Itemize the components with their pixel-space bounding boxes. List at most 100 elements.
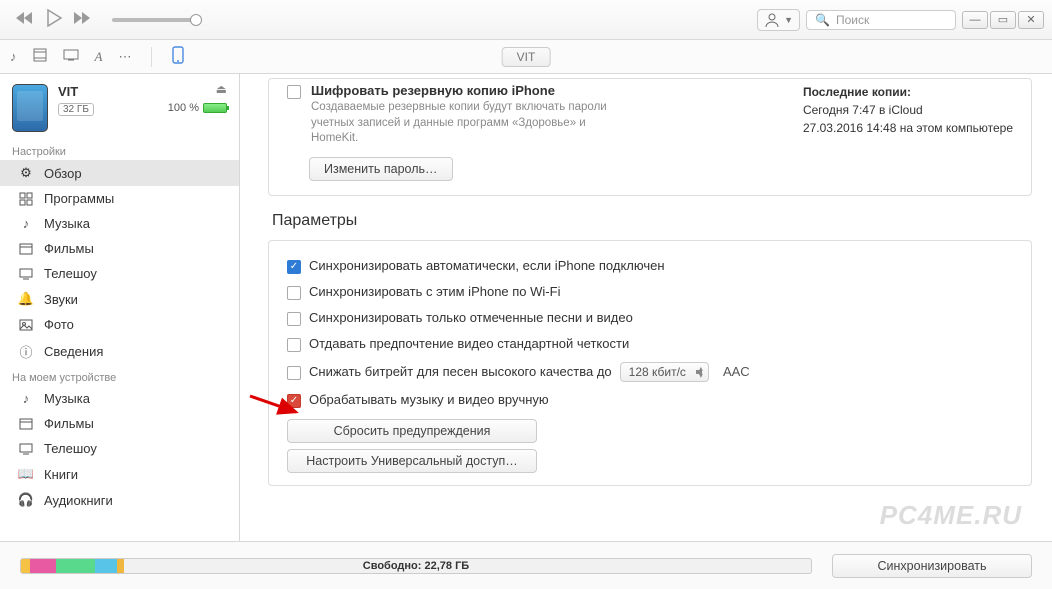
device-name: VIT <box>58 84 227 99</box>
photo-icon <box>18 319 34 331</box>
playback-controls <box>16 9 92 30</box>
search-icon: 🔍 <box>815 13 830 27</box>
book-icon: 📖 <box>18 466 34 482</box>
tv-icon <box>18 443 34 455</box>
search-placeholder: Поиск <box>836 13 869 27</box>
device-tab[interactable]: VIT <box>502 47 551 67</box>
tv-icon <box>18 268 34 280</box>
tv-tab-icon[interactable] <box>63 49 79 64</box>
sidebar-item-label: Обзор <box>44 166 82 181</box>
reset-warnings-button[interactable]: Сбросить предупреждения <box>287 419 537 443</box>
bell-icon: 🔔 <box>18 291 34 307</box>
sidebar-item-label: Фильмы <box>44 416 94 431</box>
sidebar-heading-settings: Настройки <box>0 140 239 160</box>
only-checked-label: Синхронизировать только отмеченные песни… <box>309 310 633 325</box>
bitrate-select[interactable]: 128 кбит/с▴▾ <box>620 362 709 382</box>
change-password-button[interactable]: Изменить пароль… <box>309 157 453 181</box>
audiobook-icon: 🎧 <box>18 492 34 508</box>
device-battery: 100 % <box>168 102 227 114</box>
only-checked-checkbox[interactable] <box>287 312 301 326</box>
sidebar-heading-ondevice: На моем устройстве <box>0 366 239 386</box>
chevron-down-icon: ▼ <box>784 15 793 25</box>
apps-tab-icon[interactable]: A <box>95 49 103 65</box>
wifi-sync-label: Синхронизировать с этим iPhone по Wi-Fi <box>309 284 560 299</box>
apps-icon <box>18 192 34 206</box>
lower-bitrate-label: Снижать битрейт для песен высокого качес… <box>309 364 612 379</box>
wifi-sync-checkbox[interactable] <box>287 286 301 300</box>
close-button[interactable]: ✕ <box>1018 11 1044 29</box>
sidebar-device-audiobooks[interactable]: 🎧 Аудиокниги <box>0 487 239 513</box>
lower-bitrate-checkbox[interactable] <box>287 366 301 380</box>
minimize-button[interactable]: — <box>962 11 988 29</box>
backup-panel: Шифровать резервную копию iPhone Создава… <box>268 78 1032 196</box>
prefer-sd-label: Отдавать предпочтение видео стандартной … <box>309 336 629 351</box>
top-bar: ▼ 🔍 Поиск — ▭ ✕ <box>0 0 1052 40</box>
sidebar-item-movies[interactable]: Фильмы <box>0 236 239 261</box>
sidebar-item-overview[interactable]: ⚙ Обзор <box>0 160 239 186</box>
sidebar-item-info[interactable]: ⓘ Сведения <box>0 337 239 366</box>
sidebar-item-label: Книги <box>44 467 78 482</box>
sidebar-device-music[interactable]: ♪ Музыка <box>0 386 239 411</box>
sidebar-item-music[interactable]: ♪Музыка <box>0 211 239 236</box>
category-toolbar: ♪ A ⋯ VIT <box>0 40 1052 74</box>
play-button[interactable] <box>46 9 62 30</box>
free-space-label: Свободно: 22,78 ГБ <box>363 559 469 573</box>
film-icon <box>18 418 34 430</box>
encrypt-backup-checkbox[interactable] <box>287 85 301 99</box>
manual-manage-checkbox[interactable] <box>287 394 301 408</box>
gear-icon: ⚙ <box>18 165 34 181</box>
movies-tab-icon[interactable] <box>33 48 47 65</box>
device-icon[interactable] <box>172 46 184 67</box>
window-controls: — ▭ ✕ <box>962 11 1044 29</box>
sidebar-item-label: Звуки <box>44 292 78 307</box>
parameters-heading: Параметры <box>272 212 1032 230</box>
encrypt-backup-description: Создаваемые резервные копии будут включа… <box>311 100 627 147</box>
search-input[interactable]: 🔍 Поиск <box>806 10 956 30</box>
bitrate-suffix: AAC <box>723 364 750 379</box>
sidebar-item-apps[interactable]: Программы <box>0 186 239 211</box>
person-icon <box>764 12 780 28</box>
device-thumbnail <box>12 84 48 132</box>
sidebar-item-photos[interactable]: Фото <box>0 312 239 337</box>
maximize-button[interactable]: ▭ <box>990 11 1016 29</box>
last-backup-info: Последние копии: Сегодня 7:47 в iCloud 2… <box>773 83 1013 137</box>
parameters-panel: Синхронизировать автоматически, если iPh… <box>268 240 1032 486</box>
sidebar-item-label: Сведения <box>44 344 103 359</box>
auto-sync-label: Синхронизировать автоматически, если iPh… <box>309 258 665 273</box>
sidebar-item-label: Музыка <box>44 391 90 406</box>
sidebar-item-tones[interactable]: 🔔 Звуки <box>0 286 239 312</box>
account-button[interactable]: ▼ <box>757 9 800 31</box>
device-header: VIT 32 ГБ ⏏ 100 % <box>0 74 239 140</box>
sidebar-device-books[interactable]: 📖 Книги <box>0 461 239 487</box>
main-pane: Шифровать резервную копию iPhone Создава… <box>240 74 1052 541</box>
battery-icon <box>203 103 227 113</box>
manual-manage-label: Обрабатывать музыку и видео вручную <box>309 392 549 407</box>
sidebar-item-label: Аудиокниги <box>44 493 113 508</box>
next-button[interactable] <box>74 11 92 28</box>
sidebar-item-label: Музыка <box>44 216 90 231</box>
storage-bar: Свободно: 22,78 ГБ <box>20 558 812 574</box>
sidebar-item-label: Телешоу <box>44 441 97 456</box>
music-tab-icon[interactable]: ♪ <box>10 49 17 64</box>
sync-button[interactable]: Синхронизировать <box>832 554 1032 578</box>
music-icon: ♪ <box>18 391 34 406</box>
sidebar-item-label: Фильмы <box>44 241 94 256</box>
sidebar-device-movies[interactable]: Фильмы <box>0 411 239 436</box>
volume-slider[interactable] <box>112 18 202 22</box>
sidebar-item-label: Программы <box>44 191 114 206</box>
more-tab-icon[interactable]: ⋯ <box>118 49 131 65</box>
configure-accessibility-button[interactable]: Настроить Универсальный доступ… <box>287 449 537 473</box>
sidebar-item-label: Телешоу <box>44 266 97 281</box>
footer-bar: Свободно: 22,78 ГБ Синхронизировать <box>0 541 1052 589</box>
sidebar-device-tvshows[interactable]: Телешоу <box>0 436 239 461</box>
device-capacity: 32 ГБ <box>58 103 94 116</box>
prev-button[interactable] <box>16 11 34 28</box>
info-icon: ⓘ <box>18 342 34 361</box>
film-icon <box>18 243 34 255</box>
sidebar: VIT 32 ГБ ⏏ 100 % Настройки ⚙ Обзор Прогр… <box>0 74 240 541</box>
prefer-sd-checkbox[interactable] <box>287 338 301 352</box>
auto-sync-checkbox[interactable] <box>287 260 301 274</box>
sidebar-item-tvshows[interactable]: Телешоу <box>0 261 239 286</box>
eject-button[interactable]: ⏏ <box>216 82 227 96</box>
encrypt-backup-label: Шифровать резервную копию iPhone <box>311 83 627 98</box>
